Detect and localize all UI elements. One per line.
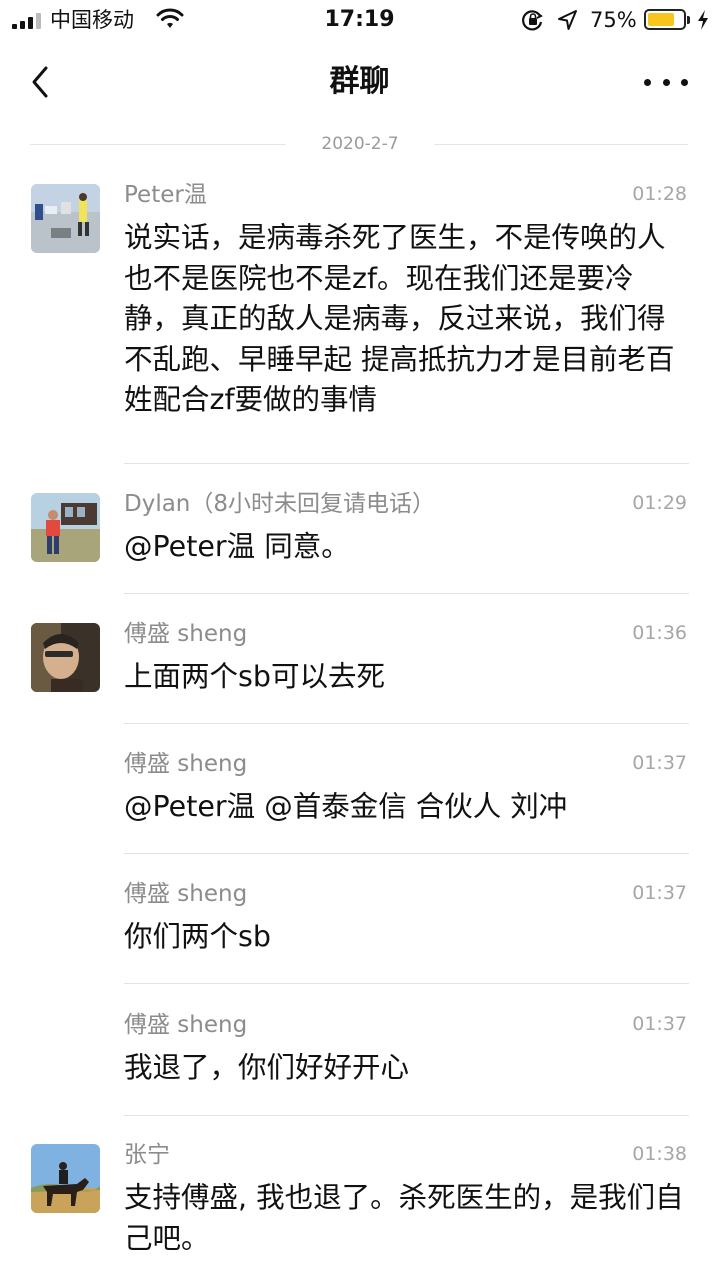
message-time: 01:36 xyxy=(632,622,687,644)
sender-name: 傅盛 sheng xyxy=(124,881,248,907)
message-time: 01:29 xyxy=(632,492,687,514)
message-item[interactable]: 傅盛 sheng 01:37 我退了，你们好好开心 xyxy=(0,1010,719,1116)
message-time: 01:38 xyxy=(632,1143,687,1165)
more-dots-icon xyxy=(644,78,651,86)
sender-name: Peter温 xyxy=(124,182,207,208)
divider xyxy=(124,593,689,594)
sender-name: Dylan（8小时未回复请电话） xyxy=(124,491,436,517)
charging-bolt-icon xyxy=(696,9,710,35)
more-options-button[interactable] xyxy=(644,68,688,96)
message-time: 01:28 xyxy=(632,183,687,205)
date-label: 2020-2-7 xyxy=(321,134,399,154)
message-text: @Peter温 同意。 xyxy=(124,530,350,563)
message-text: 你们两个sb xyxy=(124,920,271,953)
battery-level-fill xyxy=(648,13,674,26)
avatar[interactable] xyxy=(31,1144,100,1213)
sender-name: 傅盛 sheng xyxy=(124,1012,248,1038)
avatar[interactable] xyxy=(31,623,100,692)
battery-percent: 75% xyxy=(590,8,637,32)
battery-icon xyxy=(644,9,690,30)
message-text: 我退了，你们好好开心 xyxy=(124,1051,410,1084)
divider xyxy=(124,463,689,464)
message-time: 01:37 xyxy=(632,882,687,904)
message-text: @Peter温 @首泰金信 合伙人 刘冲 xyxy=(124,790,568,823)
sender-name: 傅盛 sheng xyxy=(124,621,248,647)
divider xyxy=(124,1115,689,1116)
message-item[interactable]: Peter温 01:28 说实话，是病毒杀死了医生，不是传唤的人也不是医院也不是… xyxy=(0,180,719,465)
nav-bar: 群聊 xyxy=(0,40,719,124)
message-text: 支持傅盛, 我也退了。杀死医生的，是我们自己吧。 xyxy=(124,1181,684,1255)
message-item[interactable]: 傅盛 sheng 01:36 上面两个sb可以去死 xyxy=(0,619,719,725)
location-arrow-icon xyxy=(556,8,578,36)
message-item[interactable]: Dylan（8小时未回复请电话） 01:29 @Peter温 同意。 xyxy=(0,489,719,595)
message-time: 01:37 xyxy=(632,1013,687,1035)
divider xyxy=(124,723,689,724)
rotation-lock-icon xyxy=(521,8,545,36)
message-item[interactable]: 傅盛 sheng 01:37 你们两个sb xyxy=(0,879,719,985)
message-time: 01:37 xyxy=(632,752,687,774)
message-text: 上面两个sb可以去死 xyxy=(124,660,385,693)
date-separator: 2020-2-7 xyxy=(0,132,719,156)
avatar[interactable] xyxy=(31,493,100,562)
message-text: 说实话，是病毒杀死了医生，不是传唤的人也不是医院也不是zf。现在我们还是要冷静，… xyxy=(124,221,675,416)
divider xyxy=(124,983,689,984)
message-item[interactable]: 傅盛 sheng 01:37 @Peter温 @首泰金信 合伙人 刘冲 xyxy=(0,749,719,855)
sender-name: 张宁 xyxy=(124,1142,170,1168)
status-bar: 中国移动 17:19 75% xyxy=(0,0,719,40)
divider xyxy=(124,853,689,854)
page-title: 群聊 xyxy=(329,64,390,99)
message-item[interactable]: 张宁 01:38 支持傅盛, 我也退了。杀死医生的，是我们自己吧。 xyxy=(0,1140,719,1280)
avatar[interactable] xyxy=(31,184,100,253)
sender-name: 傅盛 sheng xyxy=(124,751,248,777)
